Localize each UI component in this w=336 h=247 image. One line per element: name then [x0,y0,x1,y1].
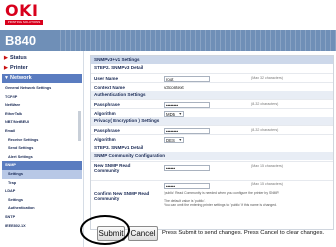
priv-passphrase-row: Passphrase •••••••• (8-32 characters) [91,125,333,134]
step3-heading: STEP3. SNMPv1 Detail [91,144,333,152]
chevron-down-icon: ▼ [178,137,182,142]
user-name-row: User Name root (Max 32 characters) [91,73,333,82]
sidebar-item-alert-settings[interactable]: Alert Settings [2,153,82,162]
sidebar-scrollbar[interactable] [78,111,81,141]
new-community-input[interactable]: •••••• [164,165,210,171]
chevron-down-icon: ▼ [178,111,182,116]
main-content: SNMPv3+v1 Settings STEP2. SNMPv3 Detail … [86,51,336,247]
auth-algorithm-select[interactable]: MD5 ▼ [164,110,184,117]
sidebar-item-netware[interactable]: NetWare [2,101,82,110]
sidebar-item-ieee8021x[interactable]: IEEE802.1X [2,222,82,231]
sidebar-item-snmp-settings[interactable]: Settings [2,169,82,179]
confirm-community-hint: (Max 15 characters) [251,182,283,186]
confirm-community-input[interactable]: •••••• [164,183,210,189]
sidebar-item-general-network[interactable]: General Network Settings [2,84,82,93]
header: OKI PRINTING SOLUTIONS [0,0,336,30]
sidebar-item-label: Printer [10,65,28,71]
priv-algorithm-value: DES [166,137,175,143]
settings-panel: SNMPv3+v1 Settings STEP2. SNMPv3 Detail … [90,55,334,230]
priv-passphrase-input[interactable]: •••••••• [164,127,210,134]
auth-algorithm-row: Algorithm MD5 ▼ [91,108,333,117]
printer-model: B840 [5,33,37,48]
sidebar-item-ethertalk[interactable]: EtherTalk [2,110,82,119]
auth-settings-heading: Authentication Settings [91,91,333,99]
sidebar-item-network[interactable]: ▼ Network [2,74,82,83]
sidebar-item-tcpip[interactable]: TCP/IP [2,93,82,102]
sidebar-item-nbt[interactable]: NBT/NetBEUI [2,118,82,127]
sidebar-item-label: Network [10,75,32,81]
cancel-button[interactable]: Cancel [128,226,158,241]
sidebar-item-snmp-trap[interactable]: Trap [2,179,82,188]
action-hint: Press Submit to send changes. Press Canc… [162,230,325,236]
new-community-hint: (Max 15 characters) [251,164,283,168]
sidebar-item-label: Status [10,55,27,61]
arrow-right-icon: ▶ [4,65,8,71]
user-name-input[interactable]: root [164,75,210,82]
new-community-label: New SNMP Read Community [94,163,131,173]
arrow-down-icon: ▼ [4,75,9,81]
sidebar-item-snmp[interactable]: SNMP [2,161,82,170]
community-note-3: You can omit the entering printer settin… [164,203,277,207]
auth-passphrase-row: Passphrase •••••••• (8-32 characters) [91,99,333,108]
priv-algorithm-row: Algorithm DES ▼ [91,134,333,143]
logo-tagline: PRINTING SOLUTIONS [5,20,43,25]
highlight-circle [80,215,130,245]
sidebar: ▶ Status ▶ Printer ▼ Network General Net… [0,51,84,247]
new-community-row: New SNMP Read Community •••••• (Max 15 c… [91,161,333,179]
context-name-row: Context Name v3context [91,82,333,91]
privacy-settings-heading: Privacy( Encryption ) Settings [91,117,333,125]
priv-algorithm-label: Algorithm [94,137,116,142]
network-submenu: General Network Settings TCP/IP NetWare … [2,84,82,230]
step2-heading: STEP2. SNMPv3 Detail [91,64,333,72]
community-config-heading: SNMP Community Configuration [91,152,333,160]
title-bar: B840 [0,30,336,51]
arrow-right-icon: ▶ [4,55,8,61]
logo-text: OKI [5,1,39,20]
confirm-community-row: Confirm New SNMP Read Community •••••• (… [91,180,333,220]
auth-algorithm-value: MD5 [166,111,176,117]
sidebar-item-receive-settings[interactable]: Receive Settings [2,136,82,145]
oki-logo: OKI PRINTING SOLUTIONS [5,1,43,27]
priv-algorithm-select[interactable]: DES ▼ [164,136,184,143]
sidebar-item-printer[interactable]: ▶ Printer [2,64,82,73]
sidebar-item-sntp[interactable]: SNTP [2,213,82,222]
sidebar-item-ldap-settings[interactable]: Settings [2,196,82,205]
auth-passphrase-input[interactable]: •••••••• [164,101,210,108]
sidebar-item-send-settings[interactable]: Send Settings [2,144,82,153]
sidebar-item-ldap-authentication[interactable]: Authentication [2,204,82,213]
title-bar-pattern [60,30,336,51]
sidebar-item-email[interactable]: Email [2,127,82,136]
sidebar-item-status[interactable]: ▶ Status [2,54,82,63]
sidebar-item-ldap[interactable]: LDAP [2,187,82,196]
community-note-1: 'public' Read Community is needed when y… [164,191,280,195]
confirm-community-label: Confirm New SNMP Read Community [94,191,150,201]
page-title: SNMPv3+v1 Settings [91,56,333,64]
